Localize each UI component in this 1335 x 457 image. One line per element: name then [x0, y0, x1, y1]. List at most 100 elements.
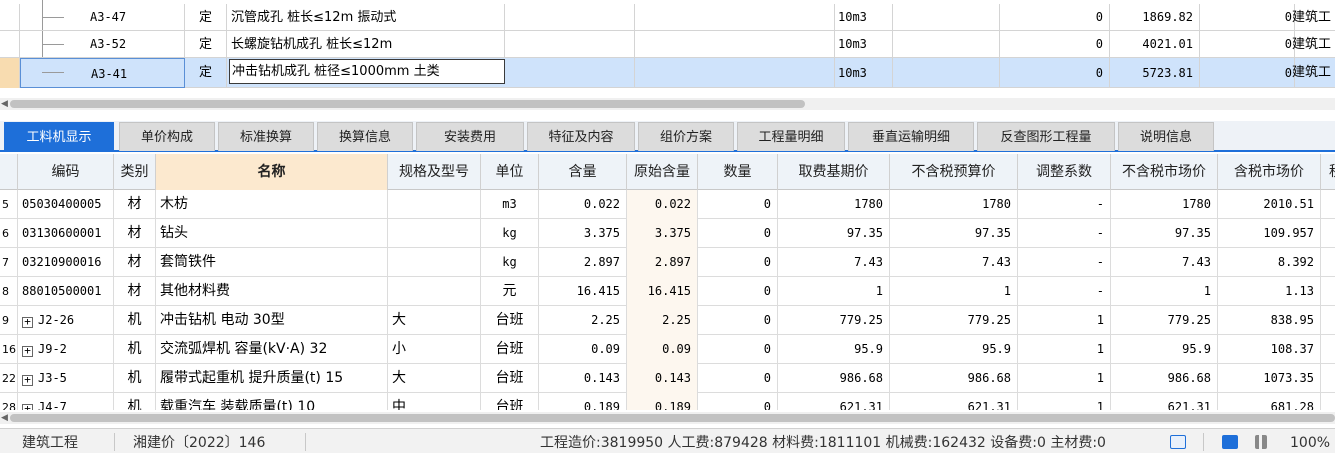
resource-spec-cell[interactable]: 大 — [388, 364, 481, 393]
header-unit[interactable]: 单位 — [481, 154, 539, 190]
resource-content-cell[interactable]: 2.25 — [539, 306, 627, 335]
item-total-cell[interactable]: 0 — [1200, 58, 1295, 88]
resource-base-price-cell[interactable]: 1 — [778, 277, 890, 306]
item-price-cell[interactable]: 4021.01 — [1110, 31, 1200, 58]
resource-unit-cell[interactable]: m3 — [481, 190, 539, 219]
resource-spec-cell[interactable] — [388, 219, 481, 248]
resource-tax-cell[interactable] — [1321, 393, 1335, 410]
expand-plus-icon[interactable]: + — [22, 403, 33, 410]
top-grid-row[interactable]: A3-47 定 沉管成孔 桩长≤12m 振动式 10m3 0 1869.82 0… — [0, 4, 1335, 31]
resource-name-cell[interactable]: 交流弧焊机 容量(kV·A) 32 — [156, 335, 388, 364]
item-empty-cell[interactable] — [893, 4, 1000, 31]
resource-row[interactable]: 7 03210900016 材套筒铁件 kg 2.897 2.897 0 7.43 7.43-7… — [0, 248, 1335, 277]
top-grid-row[interactable]: A3-52 定 长螺旋钻机成孔 桩长≤12m 10m3 0 4021.01 0 … — [0, 31, 1335, 58]
resource-adjust-coefficient-cell[interactable]: - — [1018, 277, 1111, 306]
resource-content-cell[interactable]: 0.022 — [539, 190, 627, 219]
header-quantity[interactable]: 数量 — [698, 154, 778, 190]
resource-tax-market-price-cell[interactable]: 838.95 — [1218, 306, 1321, 335]
resource-adjust-coefficient-cell[interactable]: 1 — [1018, 306, 1111, 335]
resource-unit-cell[interactable]: 台班 — [481, 335, 539, 364]
item-price-cell[interactable]: 1869.82 — [1110, 4, 1200, 31]
resource-code-cell[interactable]: + J9-2 — [18, 335, 114, 364]
resource-budget-price-cell[interactable]: 97.35 — [890, 219, 1018, 248]
resource-original-content-cell[interactable]: 2.25 — [627, 306, 698, 335]
resource-budget-price-cell[interactable]: 95.9 — [890, 335, 1018, 364]
item-unit-cell[interactable]: 10m3 — [835, 58, 893, 88]
scrollbar-thumb[interactable] — [10, 414, 1335, 422]
resource-unit-cell[interactable]: 台班 — [481, 306, 539, 335]
item-fee-cell[interactable]: 建筑工 — [1292, 31, 1335, 58]
resource-category-cell[interactable]: 机 — [114, 335, 156, 364]
item-unit-cell[interactable]: 10m3 — [835, 31, 893, 58]
item-total-cell[interactable]: 0 — [1200, 31, 1295, 58]
item-empty-cell[interactable] — [505, 58, 635, 88]
item-total-cell[interactable]: 0 — [1200, 4, 1295, 31]
item-price-cell[interactable]: 5723.81 — [1110, 58, 1200, 88]
tab-quantity-details[interactable]: 工程量明细 — [737, 122, 845, 151]
header-tax[interactable]: 税 — [1321, 154, 1335, 190]
resource-quantity-cell[interactable]: 0 — [698, 190, 778, 219]
item-empty-cell[interactable] — [635, 58, 835, 88]
item-qty-cell[interactable]: 0 — [1000, 58, 1110, 88]
resource-unit-cell[interactable]: kg — [481, 248, 539, 277]
resource-unit-cell[interactable]: kg — [481, 219, 539, 248]
item-qty-cell[interactable]: 0 — [1000, 31, 1110, 58]
tab-vertical-transport[interactable]: 垂直运输明细 — [848, 122, 974, 151]
item-fee-cell[interactable]: 建筑工 — [1292, 4, 1335, 31]
resource-base-price-cell[interactable]: 779.25 — [778, 306, 890, 335]
expand-plus-icon[interactable]: + — [22, 345, 33, 357]
resource-content-cell[interactable]: 0.143 — [539, 364, 627, 393]
item-empty-cell[interactable] — [893, 58, 1000, 88]
resource-budget-price-cell[interactable]: 1 — [890, 277, 1018, 306]
item-type-cell[interactable]: 定 — [185, 4, 227, 31]
resource-spec-cell[interactable] — [388, 190, 481, 219]
resource-code-cell[interactable]: 88010500001 — [18, 277, 114, 306]
resource-budget-price-cell[interactable]: 779.25 — [890, 306, 1018, 335]
resource-tax-cell[interactable] — [1321, 190, 1335, 219]
resource-category-cell[interactable]: 材 — [114, 190, 156, 219]
header-name[interactable]: 名称 — [156, 154, 388, 190]
resource-base-price-cell[interactable]: 986.68 — [778, 364, 890, 393]
resource-category-cell[interactable]: 机 — [114, 364, 156, 393]
header-budget-price[interactable]: 不含税预算价 — [890, 154, 1018, 190]
resource-tax-market-price-cell[interactable]: 681.28 — [1218, 393, 1321, 410]
item-unit-cell[interactable]: 10m3 — [835, 4, 893, 31]
resource-market-price-cell[interactable]: 97.35 — [1111, 219, 1218, 248]
resource-budget-price-cell[interactable]: 1780 — [890, 190, 1018, 219]
header-spec[interactable]: 规格及型号 — [388, 154, 481, 190]
resource-original-content-cell[interactable]: 0.09 — [627, 335, 698, 364]
resource-adjust-coefficient-cell[interactable]: 1 — [1018, 364, 1111, 393]
resource-name-cell[interactable]: 其他材料费 — [156, 277, 388, 306]
tab-features-content[interactable]: 特征及内容 — [527, 122, 635, 151]
resource-content-cell[interactable]: 0.189 — [539, 393, 627, 410]
scrollbar-thumb[interactable] — [10, 100, 805, 108]
resource-tax-market-price-cell[interactable]: 109.957 — [1218, 219, 1321, 248]
item-name-edit-field[interactable]: 冲击钻机成孔 桩径≤1000mm 土类 — [229, 59, 505, 84]
resource-code-cell[interactable]: + J3-5 — [18, 364, 114, 393]
header-base-price[interactable]: 取费基期价 — [778, 154, 890, 190]
item-type-cell[interactable]: 定 — [185, 31, 227, 58]
header-category[interactable]: 类别 — [114, 154, 156, 190]
resource-name-cell[interactable]: 冲击钻机 电动 30型 — [156, 306, 388, 335]
item-fee-cell[interactable]: 建筑工 — [1292, 58, 1335, 88]
resource-row[interactable]: 16 + J9-2 机交流弧焊机 容量(kV·A) 32 小台班 0.09 0.09 0 95.… — [0, 335, 1335, 364]
tab-unit-price-composition[interactable]: 单价构成 — [119, 122, 215, 151]
resource-tax-market-price-cell[interactable]: 1073.35 — [1218, 364, 1321, 393]
tab-labor-material-machine[interactable]: 工料机显示 — [4, 122, 114, 151]
tab-pricing-scheme[interactable]: 组价方案 — [638, 122, 734, 151]
resource-unit-cell[interactable]: 台班 — [481, 393, 539, 410]
resource-row[interactable]: 22 + J3-5 机履带式起重机 提升质量(t) 15 大台班 0.143 0.143 0 9… — [0, 364, 1335, 393]
scroll-left-arrow-icon[interactable]: ◀ — [1, 99, 8, 109]
item-empty-cell[interactable] — [505, 4, 635, 31]
top-grid-row-selected[interactable]: A3-41 定 冲击钻机成孔 桩径≤1000mm 土类 10m3 0 5723.… — [0, 58, 1335, 88]
resource-quantity-cell[interactable]: 0 — [698, 277, 778, 306]
resource-spec-cell[interactable] — [388, 248, 481, 277]
item-code-cell[interactable]: A3-41 — [20, 58, 185, 88]
resource-category-cell[interactable]: 机 — [114, 393, 156, 410]
resource-tax-market-price-cell[interactable]: 2010.51 — [1218, 190, 1321, 219]
resource-quantity-cell[interactable]: 0 — [698, 335, 778, 364]
resource-content-cell[interactable]: 3.375 — [539, 219, 627, 248]
expand-plus-icon[interactable]: + — [22, 374, 33, 386]
resource-budget-price-cell[interactable]: 621.31 — [890, 393, 1018, 410]
header-tax-market-price[interactable]: 含税市场价 — [1218, 154, 1321, 190]
